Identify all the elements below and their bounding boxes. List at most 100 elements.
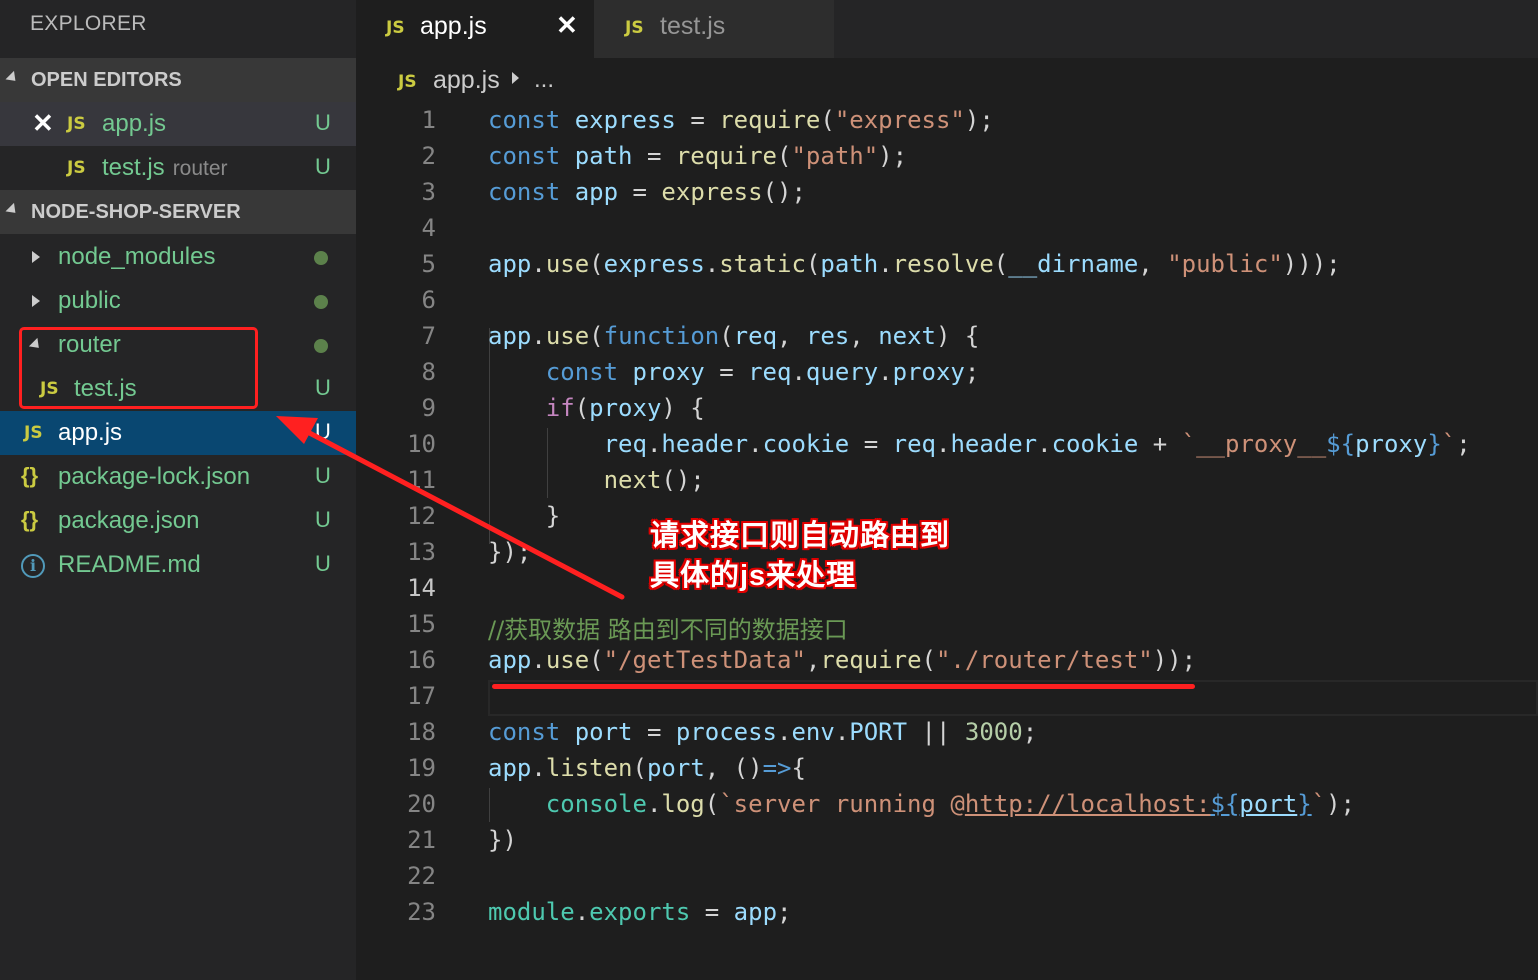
open-editor-folder-note: router [172, 157, 228, 180]
open-editor-test-js[interactable]: JS test.js router U [0, 146, 356, 190]
code-text: next(); [603, 466, 705, 494]
js-file-icon: JS [398, 72, 417, 92]
breadcrumb-file[interactable]: app.js [433, 66, 500, 95]
git-status-badge: U [315, 551, 331, 576]
line-number: 17 [407, 682, 436, 710]
code-text: //获取数据 路由到不同的数据接口 [488, 616, 848, 644]
modified-dot-icon [314, 339, 328, 353]
collapse-triangle-icon [5, 70, 20, 86]
tree-folder-node-modules[interactable]: node_modules [0, 235, 356, 279]
annotation-text-line-2: 具体的js来处理 [650, 560, 857, 592]
open-editors-header[interactable]: OPEN EDITORS [0, 58, 356, 102]
open-editor-app-js[interactable]: ✕ JS app.js U [0, 102, 356, 146]
breadcrumb-more[interactable]: ... [534, 66, 554, 94]
open-editor-filename: test.js [102, 154, 165, 181]
line-number: 14 [407, 574, 436, 602]
line-number: 12 [407, 502, 436, 530]
code-text: app.use("/getTestData",require("./router… [488, 646, 1197, 674]
code-text: const port = process.env.PORT || 3000; [488, 718, 1038, 746]
code-line: 11 next(); [356, 462, 1538, 498]
line-number: 11 [407, 466, 436, 494]
code-text: const path = require("path"); [488, 142, 908, 170]
code-line: 4 [356, 210, 1538, 246]
line-number: 9 [421, 394, 436, 422]
tree-file-package-lock-json[interactable]: {} package-lock.json U [0, 455, 356, 499]
js-file-icon: JS [625, 18, 644, 38]
annotation-underline [492, 684, 1195, 689]
line-number: 3 [421, 178, 436, 206]
project-header[interactable]: NODE-SHOP-SERVER [0, 190, 356, 234]
close-tab-icon[interactable]: ✕ [556, 10, 578, 41]
line-number: 22 [407, 862, 436, 890]
tree-item-label: public [58, 287, 121, 314]
annotation-text-line-1: 请求接口则自动路由到 [650, 520, 951, 552]
code-text: module.exports = app; [488, 898, 792, 926]
chevron-right-icon [32, 251, 40, 263]
code-line-current: 14 [356, 570, 1538, 606]
code-line: 19 app.listen(port, ()=>{ [356, 750, 1538, 786]
code-line: 8 const proxy = req.query.proxy; [356, 354, 1538, 390]
project-label: NODE-SHOP-SERVER [31, 201, 241, 223]
modified-dot-icon [314, 295, 328, 309]
code-line: 3 const app = express(); [356, 174, 1538, 210]
explorer-title: EXPLORER [30, 12, 147, 35]
line-number: 19 [407, 754, 436, 782]
code-text: app.use(express.static(path.resolve(__di… [488, 250, 1341, 278]
code-text: const express = require("express"); [488, 106, 994, 134]
code-line: 2 const path = require("path"); [356, 138, 1538, 174]
tree-item-label: README.md [58, 551, 201, 578]
code-line: 23 module.exports = app; [356, 894, 1538, 930]
tab-test-js[interactable]: JS test.js [594, 0, 834, 58]
code-line: 1 const express = require("express"); [356, 102, 1538, 138]
line-number: 7 [421, 322, 436, 350]
explorer-sidebar: EXPLORER OPEN EDITORS ✕ JS app.js U JS t… [0, 0, 356, 980]
breadcrumb: JS app.js ... [356, 58, 1538, 104]
code-line: 7 app.use(function(req, res, next) { [356, 318, 1538, 354]
code-text: app.use(function(req, res, next) { [488, 322, 980, 350]
git-status-badge: U [315, 507, 331, 532]
line-number: 15 [407, 610, 436, 638]
line-number: 16 [407, 646, 436, 674]
tree-folder-public[interactable]: public [0, 279, 356, 323]
code-text: }); [488, 538, 532, 566]
code-line: 9 if(proxy) { [356, 390, 1538, 426]
js-file-icon: JS [67, 114, 86, 134]
code-text: console.log(`server running @http://loca… [545, 790, 1356, 818]
line-number: 20 [407, 790, 436, 818]
open-editor-filename: app.js [102, 110, 167, 137]
code-text: } [545, 502, 561, 530]
tree-file-app-js[interactable]: JS app.js U [0, 411, 356, 455]
json-file-icon: {} [21, 507, 39, 532]
git-status-badge: U [315, 154, 331, 179]
git-status-badge: U [315, 110, 331, 135]
line-number: 10 [407, 430, 436, 458]
code-line: 5 app.use(express.static(path.resolve(__… [356, 246, 1538, 282]
editor-tab-bar: JS app.js ✕ JS test.js [356, 0, 1538, 58]
line-number: 21 [407, 826, 436, 854]
code-line: 10 req.header.cookie = req.header.cookie… [356, 426, 1538, 462]
tab-label: test.js [660, 12, 726, 40]
git-status-badge: U [315, 375, 331, 400]
tree-file-package-json[interactable]: {} package.json U [0, 499, 356, 543]
code-line: 18 const port = process.env.PORT || 3000… [356, 714, 1538, 750]
code-text: const app = express(); [488, 178, 806, 206]
code-text: app.listen(port, ()=>{ [488, 754, 806, 782]
code-text: req.header.cookie = req.header.cookie + … [603, 430, 1471, 458]
code-line: 15 //获取数据 路由到不同的数据接口 [356, 606, 1538, 644]
tab-app-js[interactable]: JS app.js ✕ [356, 0, 594, 58]
chevron-right-icon [512, 72, 519, 84]
line-number: 1 [421, 106, 436, 134]
line-number: 5 [421, 250, 436, 278]
modified-dot-icon [314, 251, 328, 265]
code-line: 21 }) [356, 822, 1538, 858]
code-text: }) [488, 826, 517, 854]
git-status-badge: U [315, 463, 331, 488]
tree-file-readme-md[interactable]: i README.md U [0, 543, 356, 587]
close-editor-icon[interactable]: ✕ [32, 108, 54, 139]
line-number: 23 [407, 898, 436, 926]
line-number: 8 [421, 358, 436, 386]
json-file-icon: {} [21, 463, 39, 488]
chevron-right-icon [32, 295, 40, 307]
tree-item-label: node_modules [58, 243, 216, 270]
open-editors-label: OPEN EDITORS [31, 69, 182, 91]
